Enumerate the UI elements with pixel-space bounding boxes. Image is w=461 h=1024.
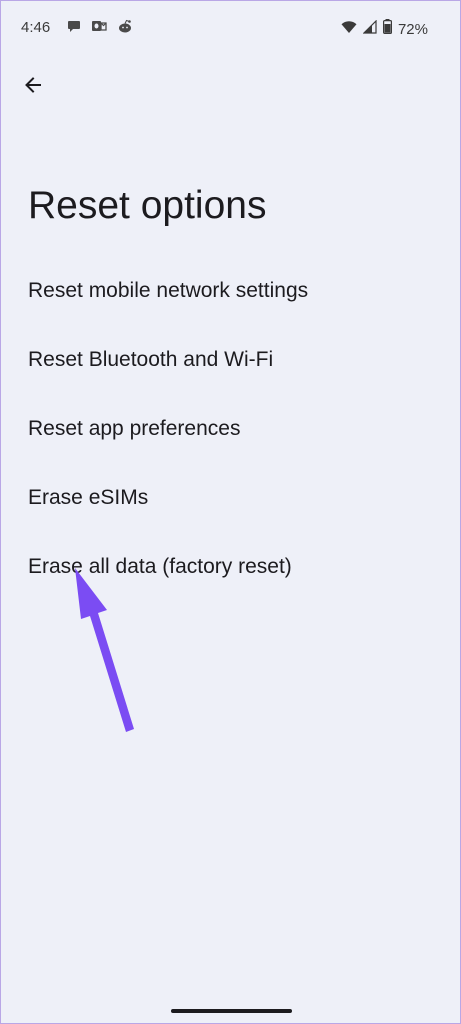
option-reset-mobile-network[interactable]: Reset mobile network settings [1, 256, 460, 325]
annotation-arrow [75, 568, 134, 732]
system-icons: 72% [341, 19, 428, 39]
status-bar: 4:46 72% [1, 1, 460, 57]
reset-options-list: Reset mobile network settings Reset Blue… [1, 256, 460, 601]
reddit-icon [117, 19, 133, 38]
arrow-left-icon [23, 75, 43, 100]
status-time: 4:46 [21, 19, 51, 36]
cellular-signal-icon [362, 19, 377, 39]
home-indicator[interactable] [171, 1009, 292, 1013]
notification-icons [67, 19, 133, 38]
battery-icon [382, 19, 392, 39]
option-reset-app-preferences[interactable]: Reset app preferences [1, 394, 460, 463]
option-erase-esims[interactable]: Erase eSIMs [1, 463, 460, 532]
battery-percent: 72% [397, 20, 428, 38]
option-reset-bluetooth-wifi[interactable]: Reset Bluetooth and Wi-Fi [1, 325, 460, 394]
back-button[interactable] [19, 73, 47, 101]
page-title: Reset options [28, 184, 267, 227]
chat-bubble-icon [67, 19, 81, 38]
outlook-icon [91, 19, 107, 38]
wifi-icon [341, 20, 357, 39]
